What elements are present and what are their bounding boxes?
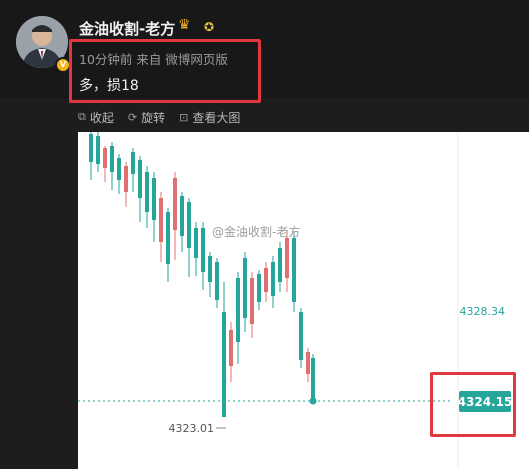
candle-body — [166, 212, 170, 264]
candle-body — [152, 178, 156, 220]
candle-body — [264, 268, 268, 292]
candle-body — [194, 228, 198, 258]
candle-body — [306, 352, 310, 374]
rotate-button[interactable]: ⟳ 旋转 — [128, 108, 165, 126]
candle-body — [250, 278, 254, 324]
view-large-label: 查看大图 — [192, 110, 241, 125]
candle-body — [208, 256, 212, 282]
medal-icon: ✪ — [204, 20, 215, 34]
candle-body — [215, 262, 219, 300]
watermark: @金油收割-老方 — [212, 224, 300, 239]
candle-body — [201, 228, 205, 272]
candle-body — [89, 134, 93, 162]
candle-body — [117, 158, 121, 180]
candle-body — [124, 166, 128, 192]
candle-body — [243, 258, 247, 318]
candle-body — [229, 330, 233, 366]
collapse-button[interactable]: ⧉ 收起 — [78, 108, 114, 126]
candle-body — [103, 148, 107, 168]
rotate-label: 旋转 — [141, 110, 166, 125]
collapse-label: 收起 — [89, 110, 114, 125]
candle-body — [173, 178, 177, 230]
candle-body — [292, 238, 296, 302]
candle-body — [138, 160, 142, 198]
candle-body — [299, 312, 303, 360]
highlight-box-post — [69, 39, 261, 103]
candle-body — [131, 152, 135, 174]
candle-body — [236, 278, 240, 342]
rotate-icon: ⟳ — [127, 110, 138, 124]
upper-price-label: 4328.34 — [460, 305, 506, 318]
low-price-label: 4323.01 — [169, 422, 215, 435]
highlight-box-price — [430, 372, 516, 437]
current-price-dot — [309, 397, 317, 405]
candle-body — [278, 248, 282, 282]
candle-body — [257, 274, 261, 302]
candles-group — [89, 132, 315, 417]
candle-body — [311, 358, 315, 401]
collapse-icon: ⧉ — [78, 110, 86, 123]
candle-body — [285, 238, 289, 278]
candle-body — [96, 136, 100, 164]
candle-body — [159, 198, 163, 242]
candle-body — [187, 202, 191, 248]
username[interactable]: 金油收割-老方 — [79, 18, 175, 39]
crown-icon: ♛ — [178, 17, 191, 33]
view-large-icon: ⊡ — [179, 110, 189, 124]
candle-body — [145, 172, 149, 212]
candle-body — [180, 196, 184, 236]
view-large-button[interactable]: ⊡ 查看大图 — [179, 108, 240, 126]
candle-body — [110, 146, 114, 172]
image-actions: ⧉ 收起 ⟳ 旋转 ⊡ 查看大图 — [78, 108, 240, 126]
candle-body — [271, 262, 275, 296]
